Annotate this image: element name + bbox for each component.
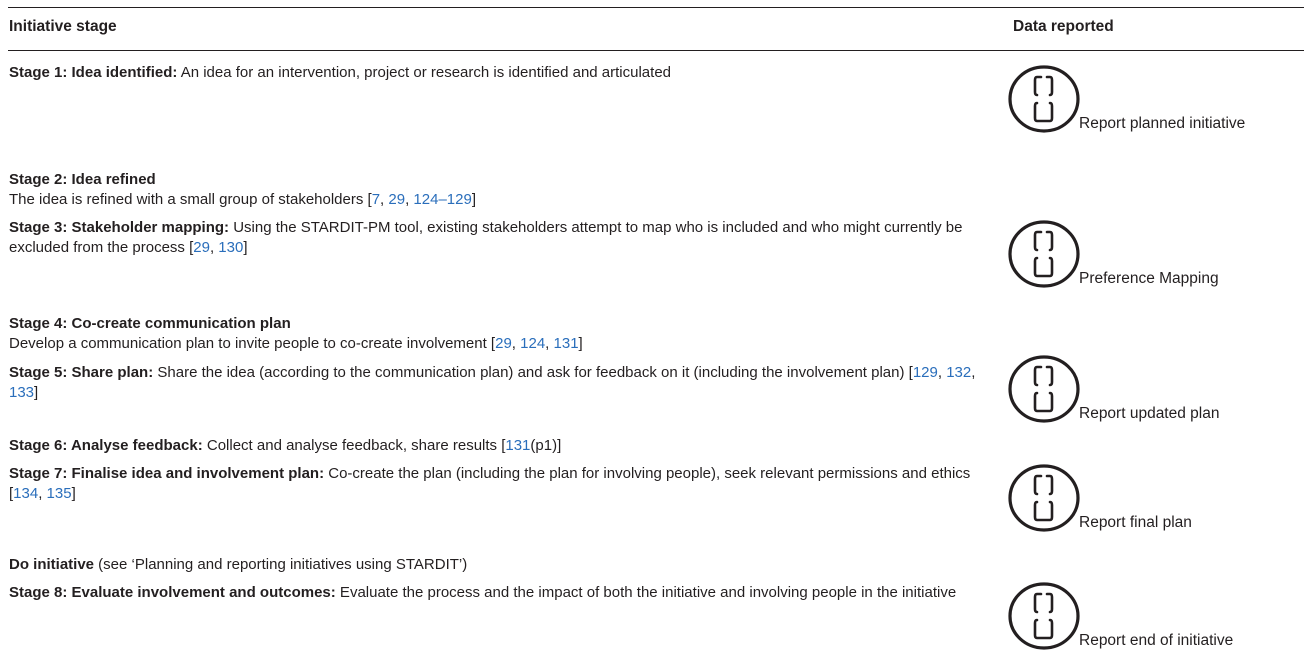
stage-title: Do initiative — [9, 556, 95, 573]
stage-text: (see ‘Planning and reporting initiatives… — [94, 556, 468, 573]
stage-text: Share the idea (according to the communi… — [153, 364, 913, 381]
column-header-data-reported: Data reported — [1013, 18, 1114, 35]
stage-text: Evaluate the process and the impact of b… — [335, 584, 957, 601]
citation-link[interactable]: 132 — [946, 364, 971, 381]
stage-7-row: Stage 7: Finalise idea and involvement p… — [9, 465, 971, 502]
report-end-of-initiative: Report end of initiative — [1005, 580, 1233, 652]
stage-1-row: Stage 1: Idea identified: An idea for an… — [9, 63, 999, 83]
citation-link[interactable]: 131 — [554, 335, 579, 352]
stage-title: Stage 2: Idea refined — [9, 171, 156, 188]
stage-4-row: Stage 4: Co-create communication plan De… — [9, 315, 583, 352]
citation-link[interactable]: 124 — [520, 335, 545, 352]
citation-link[interactable]: 29 — [495, 335, 512, 352]
report-planned-initiative: Report planned initiative — [1005, 63, 1245, 135]
stage-title: Stage 3: Stakeholder mapping: — [9, 219, 230, 236]
stage-text: An idea for an intervention, project or … — [177, 64, 671, 81]
stage-6-row: Stage 6: Analyse feedback: Collect and a… — [9, 436, 999, 456]
stardit-logo-icon — [1008, 220, 1080, 288]
stage-title: Stage 7: Finalise idea and involvement p… — [9, 465, 325, 482]
stage-2-row: Stage 2: Idea refined The idea is refine… — [9, 171, 476, 208]
stardit-logo-icon — [1008, 464, 1080, 532]
citation-link[interactable]: 7 — [372, 191, 380, 208]
stage-5-row: Stage 5: Share plan: Share the idea (acc… — [9, 364, 976, 401]
citation-link[interactable]: 29 — [388, 191, 405, 208]
citation-link[interactable]: 124–129 — [413, 191, 471, 208]
citation-link[interactable]: 133 — [9, 384, 34, 401]
stage-title: Stage 5: Share plan: — [9, 364, 154, 381]
preference-mapping: Preference Mapping — [1005, 218, 1219, 290]
do-initiative-row: Do initiative (see ‘Planning and reporti… — [9, 555, 999, 575]
stardit-logo-icon — [1008, 582, 1080, 650]
citation-link[interactable]: 135 — [47, 485, 72, 502]
stage-text: The idea is refined with a small group o… — [9, 191, 372, 208]
column-header-initiative-stage: Initiative stage — [9, 18, 117, 35]
citation-link[interactable]: 129 — [913, 364, 938, 381]
header-rule — [8, 50, 1304, 51]
report-label: Preference Mapping — [1079, 270, 1219, 287]
stage-title: Stage 4: Co-create communication plan — [9, 315, 291, 332]
stage-title: Stage 6: Analyse feedback: — [9, 437, 203, 454]
report-final-plan: Report final plan — [1005, 462, 1192, 534]
stardit-logo-icon — [1008, 65, 1080, 133]
citation-suffix: (p1)] — [530, 437, 562, 454]
stage-3-row: Stage 3: Stakeholder mapping: Using the … — [9, 219, 963, 256]
citation-link[interactable]: 134 — [13, 485, 38, 502]
citation-link[interactable]: 29 — [193, 239, 210, 256]
report-label: Report updated plan — [1079, 405, 1220, 422]
stage-text: Collect and analyse feedback, share resu… — [202, 437, 506, 454]
report-updated-plan: Report updated plan — [1005, 353, 1219, 425]
citation-link[interactable]: 131 — [505, 437, 530, 454]
stage-text: Develop a communication plan to invite p… — [9, 335, 496, 352]
report-label: Report end of initiative — [1079, 632, 1234, 649]
stage-title: Stage 1: Idea identified: — [9, 64, 178, 81]
report-label: Report final plan — [1079, 514, 1192, 531]
stage-title: Stage 8: Evaluate involvement and outcom… — [9, 584, 336, 601]
citation-link[interactable]: 130 — [218, 239, 243, 256]
stardit-logo-icon — [1008, 355, 1080, 423]
table-top-rule — [8, 7, 1304, 8]
report-label: Report planned initiative — [1079, 115, 1246, 132]
stage-8-row: Stage 8: Evaluate involvement and outcom… — [9, 583, 999, 603]
